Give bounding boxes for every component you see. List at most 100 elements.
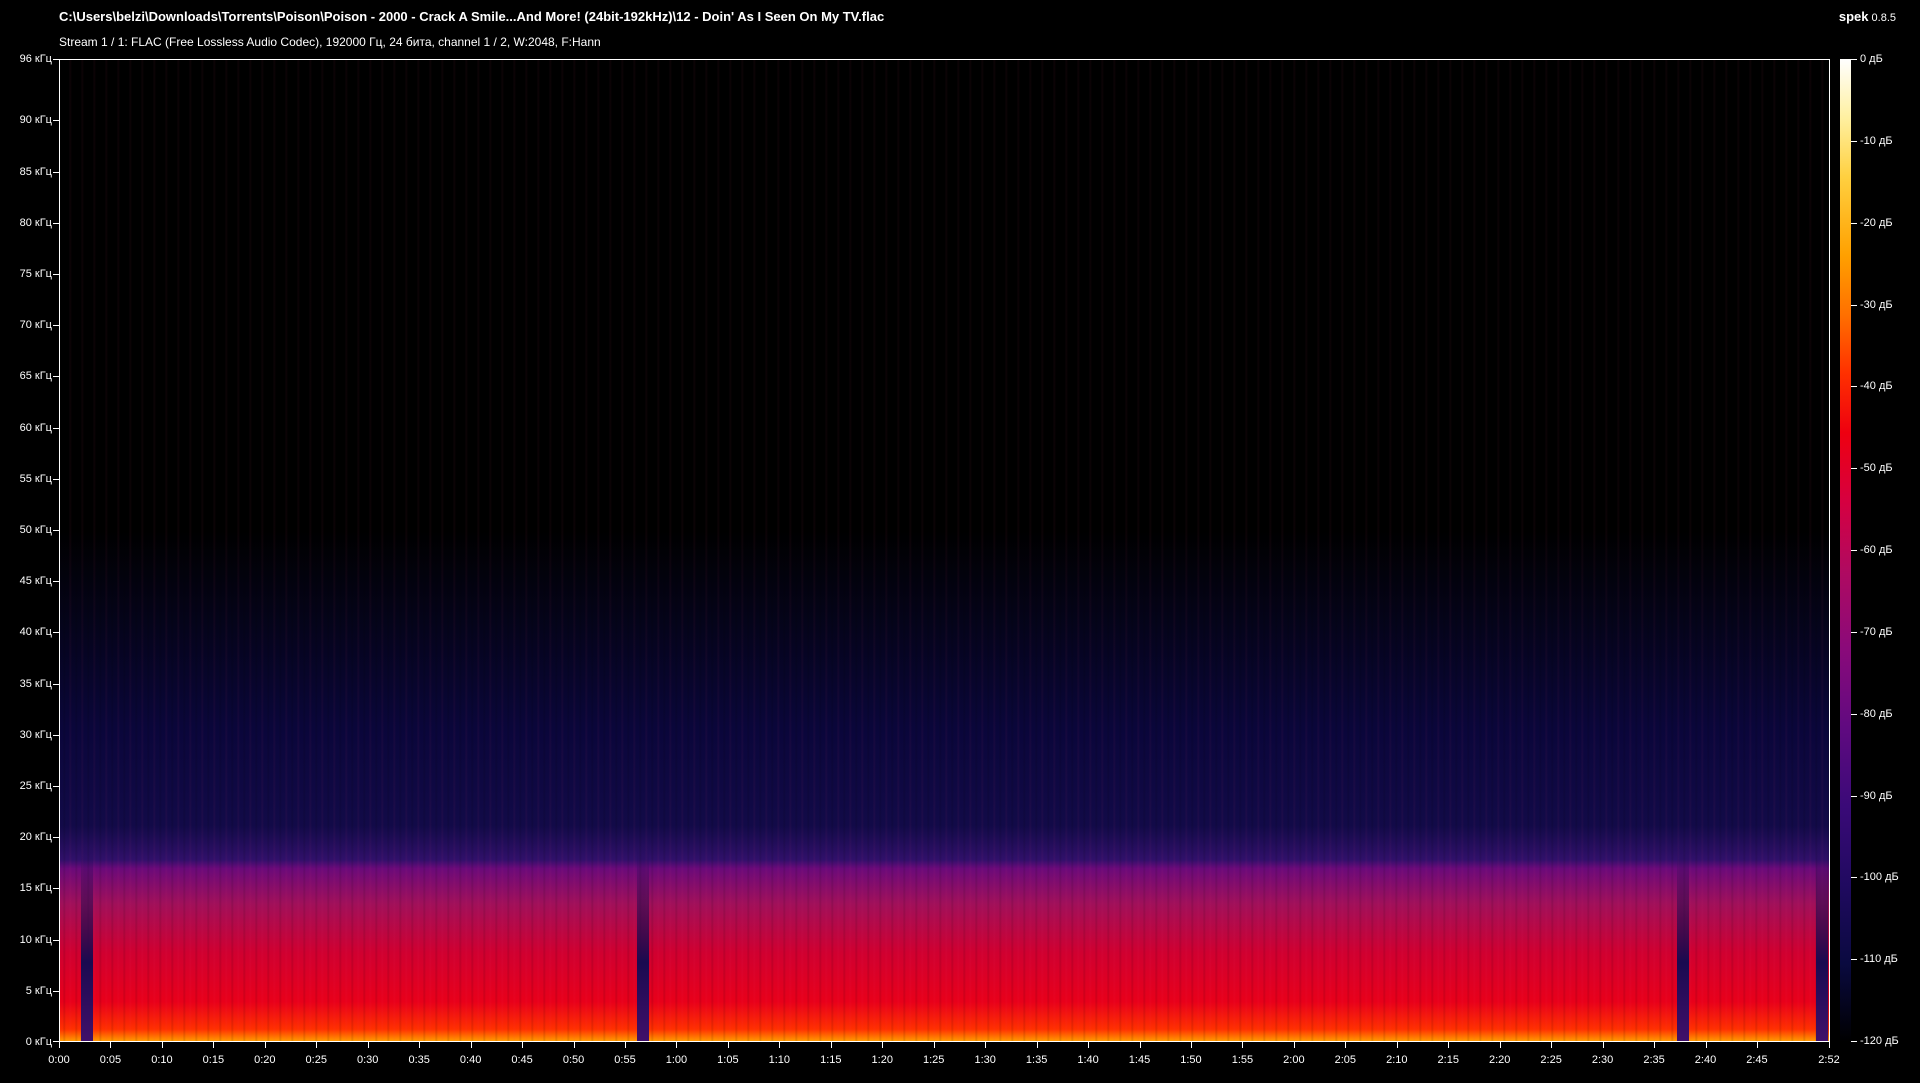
level-tick-label: -50 дБ — [1860, 462, 1893, 475]
file-path-title: C:\Users\belzi\Downloads\Torrents\Poison… — [59, 9, 885, 24]
time-tick-label: 0:20 — [254, 1054, 276, 1066]
level-tick-mark — [1851, 713, 1857, 715]
frequency-tick-label: 70 кГц — [19, 319, 52, 332]
time-tick-mark — [727, 1042, 729, 1048]
level-tick-mark — [1851, 631, 1857, 633]
time-tick-label: 2:20 — [1488, 1054, 1511, 1066]
frequency-tick-mark — [53, 120, 59, 122]
level-tick-mark — [1851, 550, 1857, 551]
app-version: 0.8.5 — [1871, 12, 1896, 24]
level-tick-mark — [1851, 222, 1857, 224]
time-tick-mark — [1448, 1042, 1450, 1048]
frequency-tick-label: 40 кГц — [19, 626, 52, 639]
level-tick-mark — [1851, 468, 1857, 470]
time-tick-label: 1:35 — [1025, 1054, 1048, 1066]
time-tick-label: 0:35 — [408, 1054, 430, 1066]
level-tick-label: -70 дБ — [1860, 625, 1893, 638]
time-tick-mark — [316, 1042, 318, 1048]
time-tick-label: 1:45 — [1128, 1054, 1151, 1066]
frequency-tick-mark — [53, 59, 59, 60]
app-name: spek — [1838, 9, 1869, 24]
time-tick-mark — [882, 1042, 884, 1048]
frequency-tick-label: 10 кГц — [19, 933, 52, 946]
time-tick-mark — [1499, 1042, 1501, 1048]
time-tick-mark — [676, 1042, 678, 1048]
time-tick-mark — [933, 1042, 935, 1048]
frequency-tick-mark — [53, 427, 59, 429]
frequency-tick-mark — [53, 786, 59, 787]
time-tick-label: 0:10 — [151, 1054, 173, 1066]
frequency-tick-mark — [53, 939, 59, 941]
frequency-tick-label: 15 кГц — [19, 882, 52, 895]
time-tick-label: 0:45 — [511, 1054, 533, 1066]
level-tick-mark — [1851, 59, 1857, 60]
frequency-tick-label: 55 кГц — [19, 472, 52, 485]
time-tick-mark — [264, 1042, 266, 1048]
frequency-tick-mark — [53, 274, 59, 276]
time-tick-label: 1:10 — [768, 1054, 791, 1066]
time-tick-mark — [213, 1042, 215, 1048]
time-tick-mark — [1293, 1042, 1295, 1048]
frequency-tick-mark — [53, 222, 59, 224]
time-tick-label: 0:15 — [202, 1054, 225, 1066]
time-tick-mark — [419, 1042, 421, 1048]
time-tick-label: 2:15 — [1437, 1054, 1459, 1066]
time-tick-mark — [1139, 1042, 1141, 1048]
spectrogram-dip — [636, 844, 649, 1041]
time-tick-mark — [1705, 1042, 1707, 1048]
time-tick-label: 0:50 — [562, 1054, 585, 1066]
spectrogram-texture — [60, 60, 1829, 1041]
time-tick-mark — [624, 1042, 626, 1048]
time-tick-mark — [470, 1042, 472, 1048]
time-tick-label: 1:40 — [1077, 1054, 1099, 1066]
frequency-tick-mark — [53, 990, 59, 992]
level-tick-mark — [1851, 795, 1857, 797]
time-tick-mark — [1654, 1042, 1656, 1048]
spectrogram-dip — [1815, 844, 1828, 1041]
time-tick-label: 1:55 — [1231, 1054, 1254, 1066]
frequency-tick-label: 45 кГц — [19, 575, 52, 588]
frequency-tick-label: 35 кГц — [19, 677, 52, 690]
level-tick-label: -90 дБ — [1860, 789, 1893, 802]
level-tick-label: -30 дБ — [1860, 298, 1893, 311]
frequency-tick-mark — [53, 581, 59, 583]
time-tick-label: 0:55 — [614, 1054, 636, 1066]
time-tick-mark — [161, 1042, 163, 1048]
level-tick-label: 0 дБ — [1860, 53, 1883, 65]
time-tick-label: 1:05 — [717, 1054, 739, 1066]
time-tick-mark — [1396, 1042, 1398, 1048]
frequency-tick-label: 25 кГц — [19, 780, 52, 792]
level-tick-mark — [1851, 877, 1857, 879]
time-tick-label: 0:00 — [48, 1054, 70, 1066]
stream-info: Stream 1 / 1: FLAC (Free Lossless Audio … — [59, 35, 601, 49]
frequency-tick-mark — [53, 478, 59, 480]
time-tick-mark — [522, 1042, 524, 1048]
time-tick-label: 2:05 — [1334, 1054, 1357, 1066]
time-tick-mark — [1602, 1042, 1604, 1048]
time-tick-label: 2:00 — [1283, 1054, 1305, 1066]
frequency-tick-label: 85 кГц — [19, 165, 52, 178]
frequency-tick-label: 30 кГц — [19, 728, 52, 741]
time-tick-label: 0:25 — [305, 1054, 327, 1066]
time-tick-mark — [985, 1042, 987, 1048]
time-tick-label: 2:30 — [1591, 1054, 1614, 1066]
frequency-tick-mark — [53, 632, 59, 634]
time-tick-label: 2:52 — [1818, 1054, 1840, 1066]
time-tick-label: 1:30 — [974, 1054, 996, 1066]
time-tick-label: 2:25 — [1540, 1054, 1562, 1066]
time-tick-label: 0:05 — [99, 1054, 122, 1066]
frequency-tick-mark — [53, 888, 59, 890]
level-tick-label: -20 дБ — [1860, 216, 1893, 229]
time-tick-mark — [573, 1042, 575, 1048]
time-tick-mark — [779, 1042, 781, 1048]
frequency-tick-label: 50 кГц — [19, 524, 52, 537]
time-tick-mark — [1345, 1042, 1347, 1048]
time-tick-mark — [1551, 1042, 1553, 1048]
time-tick-label: 0:30 — [357, 1054, 379, 1066]
frequency-tick-label: 65 кГц — [19, 370, 52, 383]
spectrogram-plot[interactable] — [59, 59, 1830, 1042]
spectrogram-dip — [80, 844, 93, 1041]
level-tick-label: -60 дБ — [1860, 544, 1893, 556]
level-tick-label: -40 дБ — [1860, 380, 1893, 393]
time-tick-mark — [1088, 1042, 1090, 1048]
